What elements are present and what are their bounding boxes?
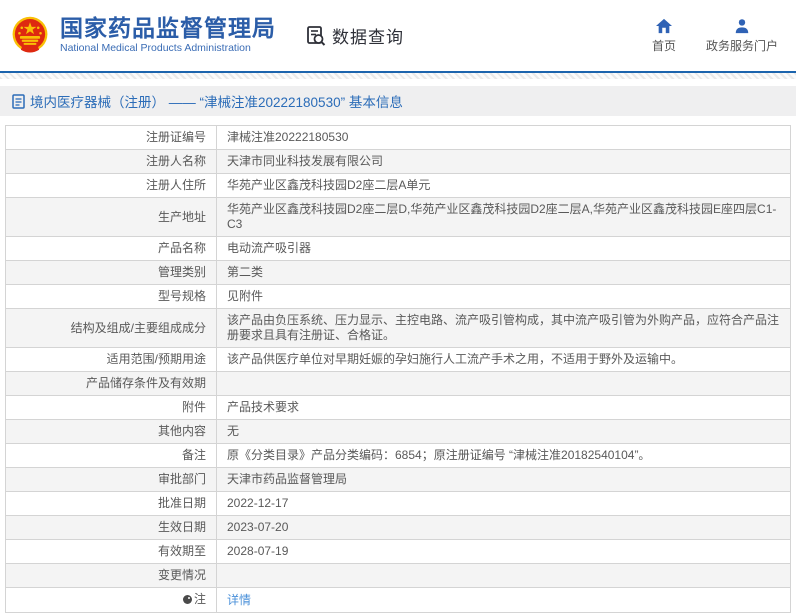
row-label: 注册证编号: [6, 126, 217, 150]
nav-home-label: 首页: [652, 37, 676, 54]
row-label: 产品名称: [6, 237, 217, 261]
table-row: 注册人住所 华苑产业区鑫茂科技园D2座二层A单元: [6, 174, 791, 198]
org-name-en: National Medical Products Administration: [60, 43, 276, 55]
table-row: 适用范围/预期用途 该产品供医疗单位对早期妊娠的孕妇施行人工流产手术之用，不适用…: [6, 348, 791, 372]
row-label: 其他内容: [6, 420, 217, 444]
row-value: 2028-07-19: [217, 540, 791, 564]
table-row: 其他内容 无: [6, 420, 791, 444]
row-value: [217, 372, 791, 396]
row-value: 产品技术要求: [217, 396, 791, 420]
row-label: 审批部门: [6, 468, 217, 492]
table-row: 备注 原《分类目录》产品分类编码：6854；原注册证编号 “津械注准201825…: [6, 444, 791, 468]
row-label: 生产地址: [6, 198, 217, 237]
table-row: 批准日期 2022-12-17: [6, 492, 791, 516]
row-label: 有效期至: [6, 540, 217, 564]
home-icon: [655, 18, 673, 34]
note-label-text: 注: [194, 592, 206, 607]
org-name-cn: 国家药品监督管理局: [60, 16, 276, 41]
section-title: 数据查询: [332, 23, 404, 48]
table-row: 管理类别 第二类: [6, 261, 791, 285]
data-query-title: 数据查询: [304, 23, 404, 48]
row-label: 注册人名称: [6, 150, 217, 174]
table-row: 有效期至 2028-07-19: [6, 540, 791, 564]
row-value: 2023-07-20: [217, 516, 791, 540]
row-value: 第二类: [217, 261, 791, 285]
nav-home[interactable]: 首页: [652, 18, 676, 54]
row-value: 见附件: [217, 285, 791, 309]
row-value: 该产品供医疗单位对早期妊娠的孕妇施行人工流产手术之用，不适用于野外及运输中。: [217, 348, 791, 372]
table-row: 附件 产品技术要求: [6, 396, 791, 420]
row-value: 天津市药品监督管理局: [217, 468, 791, 492]
row-value: 无: [217, 420, 791, 444]
nav-portal[interactable]: 政务服务门户: [706, 18, 778, 54]
table-row: 生产地址 华苑产业区鑫茂科技园D2座二层D,华苑产业区鑫茂科技园D2座二层A,华…: [6, 198, 791, 237]
row-label: 生效日期: [6, 516, 217, 540]
row-value: 天津市同业科技发展有限公司: [217, 150, 791, 174]
row-value: 该产品由负压系统、压力显示、主控电路、流产吸引管构成，其中流产吸引管为外购产品，…: [217, 309, 791, 348]
table-row-note: 注 详情: [6, 588, 791, 613]
page-icon: [12, 94, 25, 109]
row-label: 变更情况: [6, 564, 217, 588]
table-row: 注册证编号 津械注准20222180530: [6, 126, 791, 150]
breadcrumb: 境内医疗器械（注册） —— “津械注准20222180530” 基本信息: [0, 86, 796, 116]
row-value: 华苑产业区鑫茂科技园D2座二层D,华苑产业区鑫茂科技园D2座二层A,华苑产业区鑫…: [217, 198, 791, 237]
table-row: 产品名称 电动流产吸引器: [6, 237, 791, 261]
page-header: 国家药品监督管理局 National Medical Products Admi…: [0, 0, 796, 73]
row-label: 型号规格: [6, 285, 217, 309]
nav-portal-label: 政务服务门户: [706, 37, 778, 54]
row-value: 津械注准20222180530: [217, 126, 791, 150]
row-value: [217, 564, 791, 588]
note-icon: [183, 595, 192, 604]
detail-link[interactable]: 详情: [227, 593, 251, 607]
row-label: 批准日期: [6, 492, 217, 516]
user-icon: [734, 18, 750, 34]
row-value: 详情: [217, 588, 791, 613]
table-row: 审批部门 天津市药品监督管理局: [6, 468, 791, 492]
breadcrumb-text: 境内医疗器械（注册） —— “津械注准20222180530” 基本信息: [30, 91, 403, 111]
row-label: 注册人住所: [6, 174, 217, 198]
table-row: 生效日期 2023-07-20: [6, 516, 791, 540]
document-search-icon: [304, 24, 328, 48]
row-label: 备注: [6, 444, 217, 468]
table-row: 结构及组成/主要组成成分 该产品由负压系统、压力显示、主控电路、流产吸引管构成，…: [6, 309, 791, 348]
table-row: 型号规格 见附件: [6, 285, 791, 309]
table-row: 变更情况: [6, 564, 791, 588]
row-label: 注: [6, 588, 217, 613]
row-label: 产品储存条件及有效期: [6, 372, 217, 396]
row-label: 管理类别: [6, 261, 217, 285]
row-value: 2022-12-17: [217, 492, 791, 516]
row-value: 华苑产业区鑫茂科技园D2座二层A单元: [217, 174, 791, 198]
row-label: 附件: [6, 396, 217, 420]
registration-info-table: 注册证编号 津械注准20222180530 注册人名称 天津市同业科技发展有限公…: [5, 125, 791, 613]
row-label: 适用范围/预期用途: [6, 348, 217, 372]
table-row: 产品储存条件及有效期: [6, 372, 791, 396]
row-value: 原《分类目录》产品分类编码：6854；原注册证编号 “津械注准201825401…: [217, 444, 791, 468]
table-row: 注册人名称 天津市同业科技发展有限公司: [6, 150, 791, 174]
row-value: 电动流产吸引器: [217, 237, 791, 261]
row-label: 结构及组成/主要组成成分: [6, 309, 217, 348]
national-emblem-icon: [8, 14, 52, 58]
header-nav: 首页 政务服务门户: [652, 18, 784, 54]
nmpa-logo[interactable]: 国家药品监督管理局 National Medical Products Admi…: [8, 14, 276, 58]
